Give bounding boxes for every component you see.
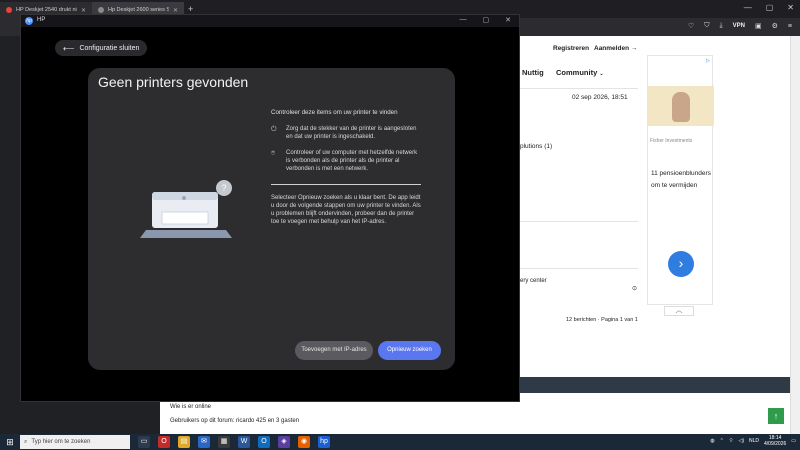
photos-icon[interactable]: ◈ <box>278 436 290 448</box>
calendar-icon[interactable]: ▦ <box>218 436 230 448</box>
dialog-intro: Controleer deze items om uw printer te v… <box>271 109 398 116</box>
browser-window-controls: — ▢ ✕ <box>744 3 794 12</box>
no-printers-dialog: Geen printers gevonden ? Controleer deze… <box>88 68 455 370</box>
tab-close-icon[interactable]: ✕ <box>173 7 178 14</box>
nav-community[interactable]: Community ⌄ <box>556 68 604 77</box>
mail-icon[interactable]: ✉ <box>198 436 210 448</box>
ad-headline: 11 pensioenblunders om te vermijden <box>651 170 711 189</box>
hp-window-controls: — ▢ ✕ <box>460 16 512 24</box>
users-forum-text: Gebruikers op dit forum: ricardo 425 en … <box>170 418 300 424</box>
post-date: 02 sep 2026, 18:51 <box>572 94 628 101</box>
hp-logo-icon: hp <box>25 17 33 25</box>
maximize-icon[interactable]: ▢ <box>766 3 774 12</box>
language-indicator[interactable]: NLD <box>749 438 759 444</box>
arrow-left-icon: ⟵ <box>63 43 75 53</box>
ad-brand: Fisher Investments <box>650 138 693 144</box>
maximize-icon[interactable]: ▢ <box>483 16 490 24</box>
close-configuration-button[interactable]: ⟵ Configuratie sluiten <box>55 40 148 56</box>
system-tray: ◍ ⌃ ⌔ ◁) NLD 18:14 4/09/2026 ▭ <box>710 435 796 447</box>
chevron-down-icon: ⌄ <box>599 71 604 77</box>
heart-icon[interactable]: ♡ <box>688 22 694 30</box>
ad-person-image <box>672 92 690 122</box>
post-divider <box>508 221 638 222</box>
login-link[interactable]: Aanmelden → <box>594 45 637 52</box>
menu-icon[interactable]: ≡ <box>788 23 792 30</box>
opera-icon[interactable]: O <box>158 436 170 448</box>
dialog-separator <box>271 184 421 185</box>
firefox-icon[interactable]: ◉ <box>298 436 310 448</box>
nav-community-label: Community <box>556 68 598 77</box>
hp-smart-icon[interactable]: hp <box>318 436 330 448</box>
dialog-paragraph: Selecteer Opnieuw zoeken als u klaar ben… <box>271 195 421 225</box>
advertisement[interactable]: ▷ Fisher Investments 11 pensioenblunders… <box>647 55 714 305</box>
ad-collapse-button[interactable]: ︿ <box>664 306 694 316</box>
toolbar-right: ♡ ⛉ ⤓ VPN ▣ ⚙ ≡ <box>688 22 792 30</box>
shield-icon[interactable]: ⛉ <box>704 22 709 30</box>
word-icon[interactable]: W <box>238 436 250 448</box>
dialog-content: Controleer deze items om uw printer te v… <box>271 109 421 226</box>
check-item-network: ⌾ Controleer of uw computer met hetzelfd… <box>271 149 421 173</box>
update-icon[interactable]: ◍ <box>710 438 714 444</box>
check-text: Zorg dat de stekker van de printer is aa… <box>286 126 417 140</box>
post-divider <box>508 268 638 269</box>
solutions-text: plutions (1) <box>520 143 553 150</box>
hp-window-title: HP <box>37 17 46 23</box>
svg-text:?: ? <box>221 183 226 193</box>
page-scrollbar[interactable] <box>790 36 800 434</box>
check-item-power: ⏻ Zorg dat de stekker van de printer is … <box>271 125 421 141</box>
windows-taskbar: ⊞ ⌕ Typ hier om te zoeken ▭ O ▤ ✉ ▦ W O … <box>0 434 800 450</box>
taskbar-apps: ▭ O ▤ ✉ ▦ W O ◈ ◉ hp <box>138 436 330 448</box>
nav-useful[interactable]: Nuttig <box>522 68 544 77</box>
who-online-heading: Wie is er online <box>170 404 212 410</box>
add-with-ip-button[interactable]: Toevoegen met IP-adres <box>295 341 373 360</box>
new-tab-button[interactable]: + <box>184 4 197 14</box>
tray-expand-icon[interactable]: ⌃ <box>720 438 724 444</box>
notifications-icon[interactable]: ▭ <box>791 438 796 444</box>
taskbar-clock[interactable]: 18:14 4/09/2026 <box>764 435 786 447</box>
power-icon: ⏻ <box>271 126 277 133</box>
pagination-text: 12 berichten · Pagina 1 van 1 <box>566 317 638 323</box>
check-text: Controleer of uw computer met hetzelfde … <box>286 150 418 172</box>
network-icon[interactable]: ⌔ <box>729 438 734 444</box>
wallet-icon[interactable]: ▣ <box>755 22 762 30</box>
outlook-icon[interactable]: O <box>258 436 270 448</box>
register-link[interactable]: Registreren <box>553 45 589 52</box>
tab-favicon-icon <box>98 7 104 13</box>
taskbar-search-placeholder: Typ hier om te zoeken <box>31 439 91 445</box>
close-icon[interactable]: ✕ <box>787 3 794 12</box>
settings-icon[interactable]: ⚙ <box>772 22 778 30</box>
scroll-top-button[interactable]: ↑ <box>768 408 784 424</box>
clock-date: 4/09/2026 <box>764 441 787 447</box>
search-again-button[interactable]: Opnieuw zoeken <box>378 341 441 360</box>
center-text: ery center <box>520 278 547 284</box>
browser-tab-label: HP Deskjet 2540 drukt niet meer <box>16 7 77 13</box>
close-icon[interactable]: ✕ <box>505 16 511 24</box>
hp-app-window: hp HP — ▢ ✕ ⟵ Configuratie sluiten Geen … <box>20 14 520 402</box>
taskbar-search[interactable]: ⌕ Typ hier om te zoeken <box>20 435 130 449</box>
dialog-title: Geen printers gevonden <box>98 74 249 90</box>
hp-titlebar: hp HP — ▢ ✕ <box>21 15 519 27</box>
network-icon: ⌾ <box>271 150 276 157</box>
windows-start-icon[interactable]: ⊞ <box>0 437 20 448</box>
file-explorer-icon[interactable]: ▤ <box>178 436 190 448</box>
ad-arrow-button[interactable]: › <box>668 251 694 277</box>
ad-indicator-icon: ▷ <box>706 58 710 64</box>
tab-favicon-icon <box>6 7 12 13</box>
vpn-button[interactable]: VPN <box>733 23 745 29</box>
search-icon: ⌕ <box>24 438 28 445</box>
post-divider <box>508 88 638 89</box>
minimize-icon[interactable]: — <box>460 16 467 24</box>
download-icon[interactable]: ⤓ <box>720 22 723 30</box>
printer-illustration: ? <box>140 180 232 238</box>
volume-icon[interactable]: ◁) <box>738 438 744 444</box>
task-view-icon[interactable]: ▭ <box>138 436 150 448</box>
minimize-icon[interactable]: — <box>744 3 752 12</box>
info-icon[interactable]: ⊙ <box>632 285 637 292</box>
browser-tab-label: Hp Deskjet 2600 series Serie <box>108 7 169 13</box>
close-configuration-label: Configuratie sluiten <box>79 44 140 52</box>
tab-close-icon[interactable]: ✕ <box>81 7 86 14</box>
